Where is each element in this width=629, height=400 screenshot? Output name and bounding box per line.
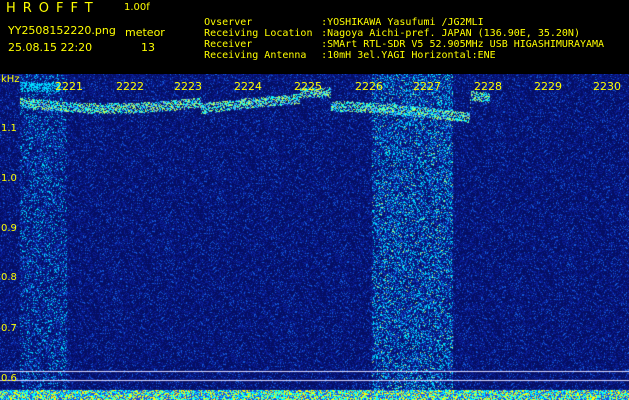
info-key: Receiving Antenna (204, 50, 307, 61)
app-name: HROFFT (6, 1, 100, 16)
meteor-label: meteor (125, 26, 165, 39)
info-value: :10mH 3el.YAGI Horizontal:ENE (321, 50, 496, 61)
meteor-count: 13 (141, 41, 155, 54)
info-header: HROFFT 1.00f YY2508152220.png meteor 25.… (0, 0, 629, 74)
spectrogram-plot[interactable] (0, 74, 629, 400)
image-filename: YY2508152220.png (8, 24, 116, 37)
info-row-antenna: Receiving Antenna :10mH 3el.YAGI Horizont… (180, 41, 496, 71)
app-version: 1.00f (124, 2, 150, 13)
capture-datetime: 25.08.15 22:20 (8, 41, 93, 54)
